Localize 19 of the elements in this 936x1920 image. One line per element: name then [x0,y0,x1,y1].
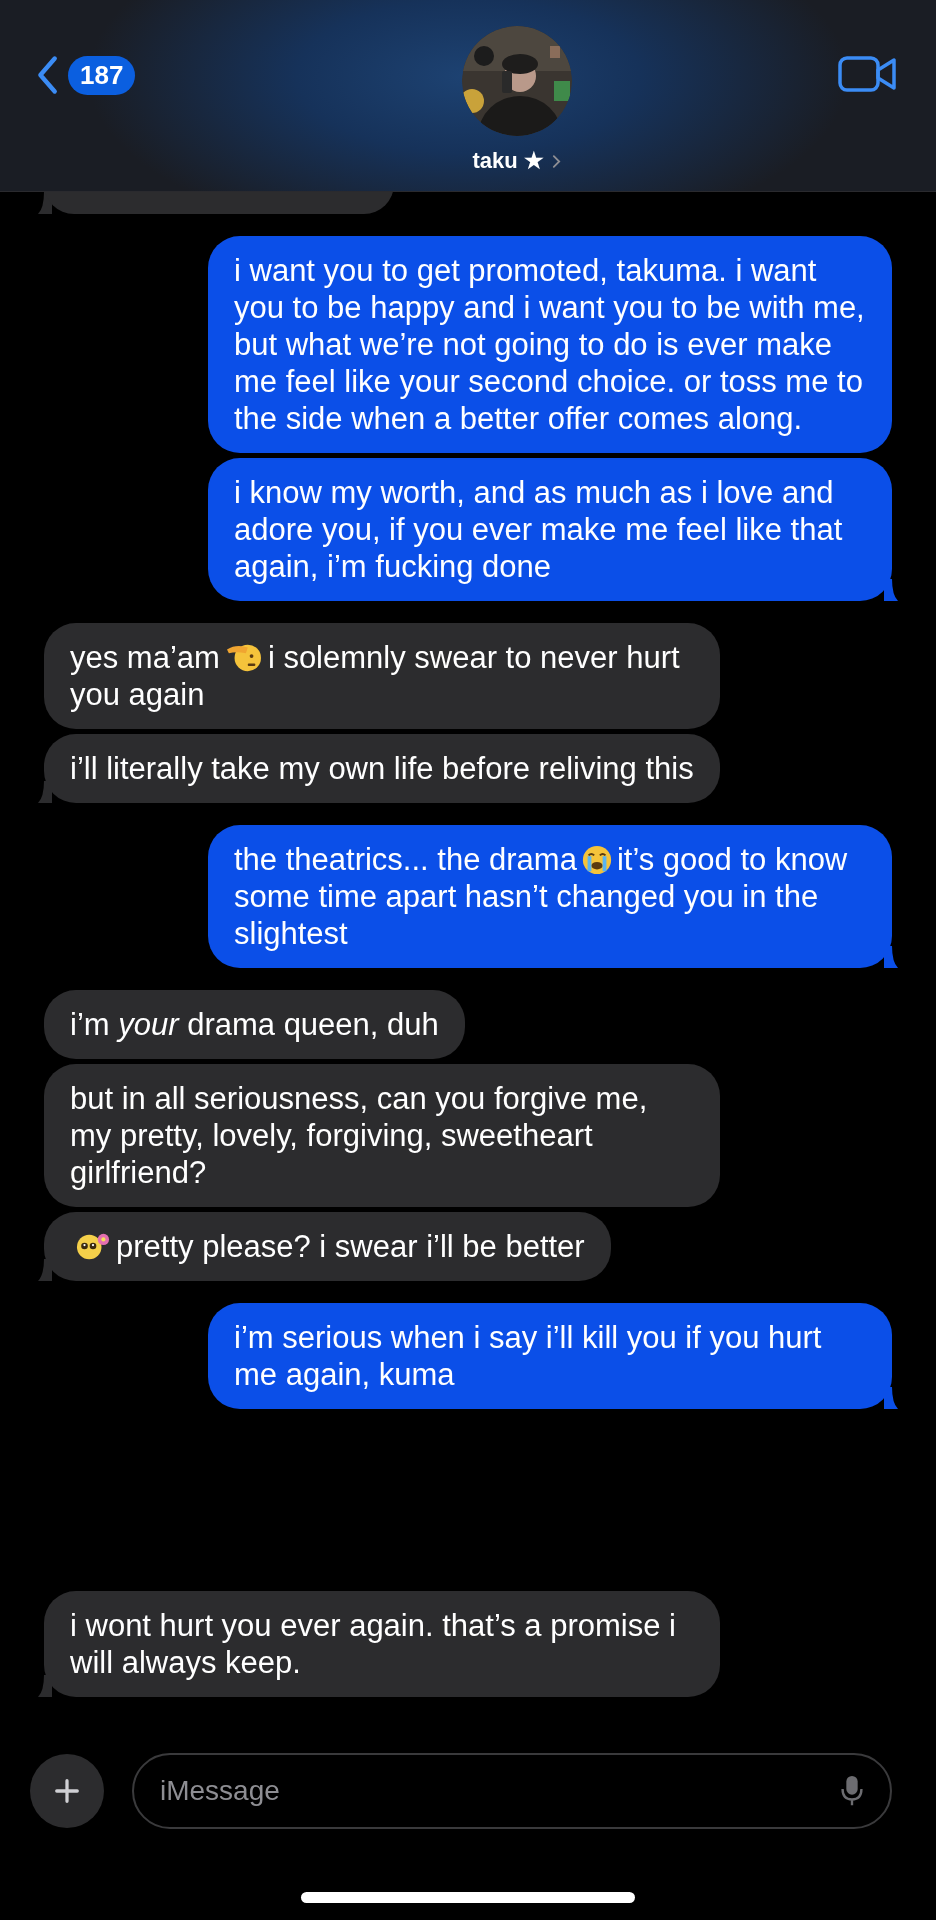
message-text: i’ll literally take my own life before reliving this [70,750,694,787]
unread-count-badge[interactable]: 187 [68,55,136,95]
crying-face-icon [580,844,613,876]
message-text: i want you to get promoted, takuma. i want you to be happy and i want you to be with me, but what we’re not going to do is ever make me feel like your second choice. or toss me to the side when a better offer comes along. [234,252,866,437]
message-text: pretty please? i swear i’ll be better [70,1228,585,1265]
message-text: yes ma’am i solemnly swear to never hurt you again [70,639,681,713]
message-text: i’m your drama queen, duh [70,1006,439,1043]
message-text: i wont hurt you ever again. that’s a promise i will always keep. [70,1607,677,1681]
message-input-field[interactable]: iMessage [132,1753,892,1829]
message-text: but in all seriousness, can you forgive me, my pretty, lovely, forgiving, sweetheart girlfriend? [70,1080,649,1191]
chevron-right-icon[interactable] [551,153,561,169]
plus-icon [53,1777,81,1805]
contact-name[interactable]: taku ★ [472,148,544,174]
message-text: i’m serious when i say i’ll kill you if you hurt me again, kuma [234,1319,823,1393]
message-text: the theatrics... the drama it’s good to know some time apart hasn’t changed you in the slightest [234,841,849,952]
microphone-icon[interactable] [840,1774,864,1808]
video-camera-icon[interactable] [838,54,898,94]
message-text: i know my worth, and as much as i love and adore you, if you ever make me feel like that again, i’m fucking done [234,474,844,585]
back-chevron-icon[interactable] [36,55,58,95]
